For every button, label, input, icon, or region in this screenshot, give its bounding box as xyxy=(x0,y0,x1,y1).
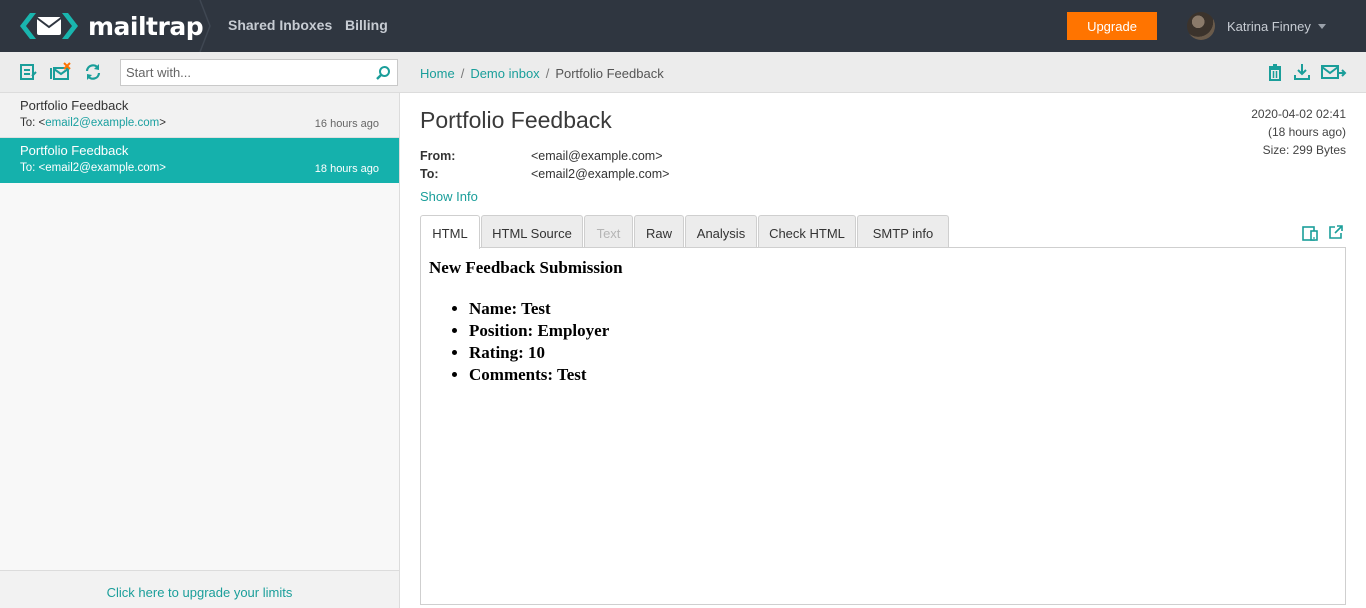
refresh-icon[interactable] xyxy=(83,62,103,82)
clear-inbox-icon[interactable] xyxy=(48,62,72,82)
recipient-bracket-close: > xyxy=(159,162,166,174)
preview-heading: New Feedback Submission xyxy=(429,258,623,277)
recipient-email: email2@example.com xyxy=(45,117,160,129)
email-relative-time: (18 hours ago) xyxy=(1267,125,1346,139)
preview-list-item: Name: Test xyxy=(469,298,609,320)
tab-html[interactable]: HTML xyxy=(420,215,480,249)
email-subject-title: Portfolio Feedback xyxy=(420,107,612,133)
tab-text: Text xyxy=(584,215,633,248)
breadcrumb-separator: / xyxy=(545,66,550,81)
message-subject: Portfolio Feedback xyxy=(20,143,129,158)
to-label: To: xyxy=(420,167,439,181)
message-list-item-selected[interactable]: Portfolio Feedback To: <email2@example.c… xyxy=(0,138,399,183)
message-view: Home / Demo inbox / Portfolio Feedback Portf… xyxy=(400,52,1366,608)
recipient-prefix: To: xyxy=(20,117,39,129)
email-size: Size: 299 Bytes xyxy=(1262,143,1346,157)
message-time: 16 hours ago xyxy=(314,118,379,130)
recipient-email: email2@example.com xyxy=(45,162,160,174)
mobile-preview-icon[interactable] xyxy=(1302,225,1318,241)
breadcrumb: Home / Demo inbox / Portfolio Feedback xyxy=(420,66,664,81)
mailtrap-logo-icon xyxy=(20,13,78,39)
tab-check-html[interactable]: Check HTML xyxy=(758,215,856,248)
message-time: 18 hours ago xyxy=(314,163,379,175)
search-box xyxy=(120,59,398,86)
upgrade-button[interactable]: Upgrade xyxy=(1067,12,1157,40)
mailtrap-logo[interactable]: mailtrap xyxy=(18,10,204,42)
open-new-window-icon[interactable] xyxy=(1329,225,1343,239)
breadcrumb-current: Portfolio Feedback xyxy=(555,66,664,81)
breadcrumb-home[interactable]: Home xyxy=(420,66,455,81)
to-value: <email2@example.com> xyxy=(531,167,670,181)
mark-read-icon[interactable] xyxy=(18,62,38,82)
top-navbar: mailtrap Shared Inboxes Billing Upgrade … xyxy=(0,0,1366,52)
nav-billing[interactable]: Billing xyxy=(345,17,388,33)
message-toolbar: Home / Demo inbox / Portfolio Feedback xyxy=(400,52,1366,93)
trash-icon[interactable] xyxy=(1266,63,1284,81)
message-recipient: To: <email2@example.com> xyxy=(20,117,166,129)
show-info-link[interactable]: Show Info xyxy=(420,189,478,204)
message-sidebar: Portfolio Feedback To: <email2@example.c… xyxy=(0,52,400,608)
tab-html-source[interactable]: HTML Source xyxy=(481,215,583,248)
preview-list: Name: Test Position: Employer Rating: 10… xyxy=(469,298,609,386)
forward-email-icon[interactable] xyxy=(1321,63,1347,81)
recipient-prefix: To: xyxy=(20,162,39,174)
nav-shared-inboxes[interactable]: Shared Inboxes xyxy=(228,17,332,33)
download-icon[interactable] xyxy=(1293,63,1311,81)
preview-list-item: Comments: Test xyxy=(469,364,609,386)
sidebar-footer: Click here to upgrade your limits xyxy=(0,570,399,608)
breadcrumb-demo-inbox[interactable]: Demo inbox xyxy=(470,66,539,81)
recipient-bracket-close: > xyxy=(159,117,166,129)
search-icon[interactable] xyxy=(375,65,391,81)
email-meta: 2020-04-02 02:41 (18 hours ago) Size: 29… xyxy=(1251,105,1346,159)
user-menu-caret-icon[interactable] xyxy=(1318,24,1326,29)
preview-list-item: Position: Employer xyxy=(469,320,609,342)
preview-list-item: Rating: 10 xyxy=(469,342,609,364)
user-name[interactable]: Katrina Finney xyxy=(1227,19,1311,34)
nav-divider xyxy=(199,0,211,52)
tab-analysis[interactable]: Analysis xyxy=(685,215,757,248)
brand-name: mailtrap xyxy=(88,11,204,41)
avatar[interactable] xyxy=(1187,12,1215,40)
message-subject: Portfolio Feedback xyxy=(20,98,129,113)
breadcrumb-separator: / xyxy=(460,66,465,81)
sidebar-toolbar xyxy=(0,52,400,93)
search-input[interactable] xyxy=(126,63,366,82)
message-recipient: To: <email2@example.com> xyxy=(20,162,166,174)
email-date: 2020-04-02 02:41 xyxy=(1251,107,1346,121)
upgrade-limits-link[interactable]: Click here to upgrade your limits xyxy=(107,585,293,600)
message-list-item[interactable]: Portfolio Feedback To: <email2@example.c… xyxy=(0,93,399,138)
html-preview-pane: New Feedback Submission Name: Test Posit… xyxy=(420,247,1346,605)
tab-smtp-info[interactable]: SMTP info xyxy=(857,215,949,248)
from-label: From: xyxy=(420,149,456,163)
from-value: <email@example.com> xyxy=(531,149,663,163)
tab-raw[interactable]: Raw xyxy=(634,215,684,248)
